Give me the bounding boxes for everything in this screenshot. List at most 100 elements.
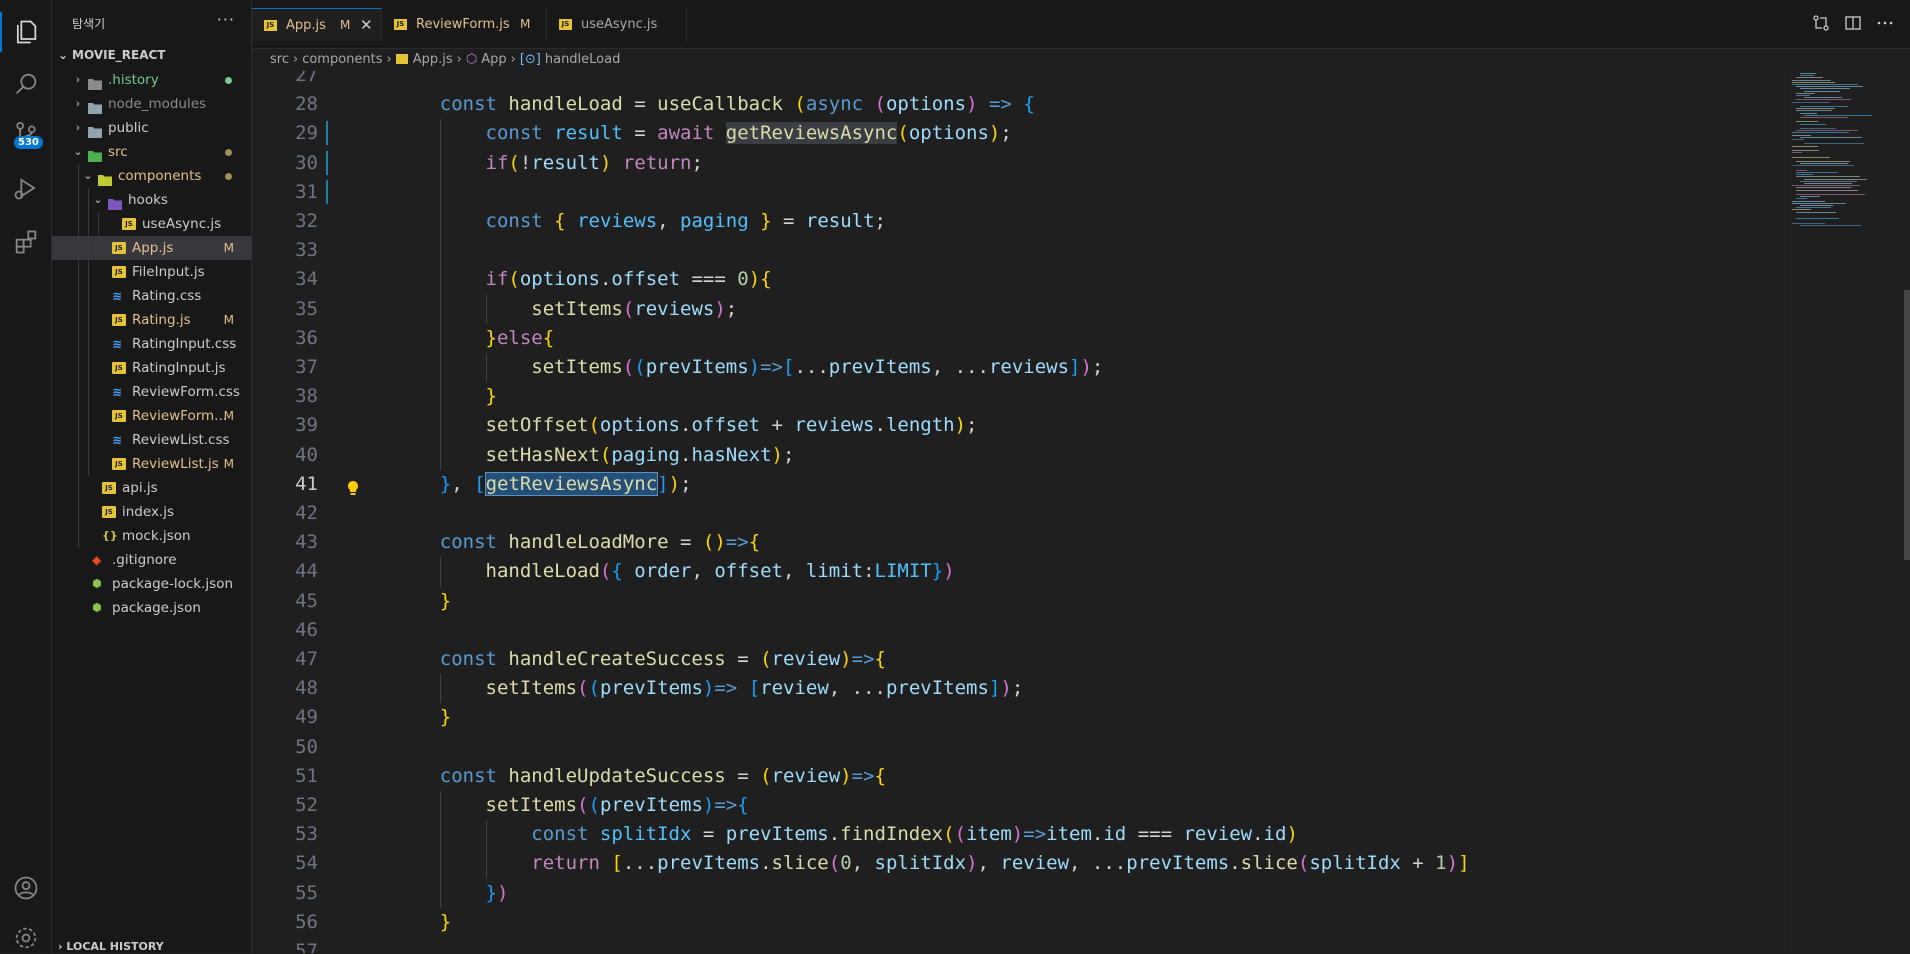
- tree-item[interactable]: {} mock.json: [52, 524, 252, 548]
- code-line[interactable]: 37 setItems((prevItems)=>[...prevItems, …: [252, 353, 1785, 382]
- code-token: prevItems: [1126, 852, 1230, 875]
- code-token: getReviewsAsync: [484, 471, 659, 496]
- code-line[interactable]: 44 handleLoad({ order, offset, limit:LIM…: [252, 557, 1785, 586]
- split-editor-icon[interactable]: [1844, 14, 1862, 32]
- code-line[interactable]: 38 }: [252, 382, 1785, 411]
- code-token: (: [588, 794, 600, 816]
- line-number: 36: [295, 326, 318, 349]
- tab-useasync-js[interactable]: JS useAsync.js: [547, 8, 687, 41]
- tree-item[interactable]: › public: [52, 116, 252, 140]
- more-actions-icon[interactable]: [1876, 14, 1894, 32]
- tree-item[interactable]: JS FileInput.js: [52, 260, 252, 284]
- close-icon[interactable]: ✕: [360, 9, 373, 42]
- code-line[interactable]: 27: [252, 71, 1785, 90]
- code-line[interactable]: 40 setHasNext(paging.hasNext);: [252, 441, 1785, 470]
- tree-item[interactable]: ≋ ReviewForm.css: [52, 380, 252, 404]
- code-line[interactable]: 49 }: [252, 703, 1785, 732]
- code-line[interactable]: 28 const handleLoad = useCallback (async…: [252, 90, 1785, 119]
- vertical-scrollbar[interactable]: [1904, 290, 1910, 560]
- code-line[interactable]: 53 const splitIdx = prevItems.findIndex(…: [252, 820, 1785, 849]
- code-line[interactable]: 42: [252, 499, 1785, 528]
- breadcrumb-file[interactable]: App.js: [413, 52, 453, 67]
- code-token: length: [885, 414, 955, 437]
- code-line[interactable]: 56 }: [252, 908, 1785, 937]
- indent-guide: [78, 236, 79, 260]
- code-line[interactable]: 47 const handleCreateSuccess = (review)=…: [252, 645, 1785, 674]
- code-token: result: [554, 122, 623, 145]
- code-token: ): [1011, 823, 1024, 846]
- tree-item[interactable]: ⬢ package-lock.json: [52, 572, 252, 596]
- more-actions-icon[interactable]: ···: [217, 10, 235, 29]
- tree-item[interactable]: ⬢ package.json: [52, 596, 252, 620]
- tree-item[interactable]: JS index.js: [52, 500, 252, 524]
- code-text: setOffset(options.offset + reviews.lengt…: [394, 411, 978, 440]
- file-tree: › .history › node_modules › public ⌄ src ⌄ compon…: [52, 68, 252, 620]
- tab-app-js[interactable]: JS App.js M ✕: [252, 8, 382, 41]
- breadcrumb-symbol-app[interactable]: App: [481, 52, 506, 67]
- tree-item[interactable]: ≋ ReviewList.css: [52, 428, 252, 452]
- minimap[interactable]: [1785, 71, 1910, 953]
- tree-item[interactable]: ◆ .gitignore: [52, 548, 252, 572]
- json-file-icon: {}: [102, 529, 118, 542]
- account-icon[interactable]: [10, 872, 42, 904]
- code-line[interactable]: 50: [252, 733, 1785, 762]
- tree-item[interactable]: ≋ Rating.css: [52, 284, 252, 308]
- code-token: const: [439, 93, 509, 116]
- code-text: }): [394, 879, 509, 908]
- local-history-header[interactable]: › LOCAL HISTORY: [58, 940, 164, 953]
- code-token: (: [897, 122, 909, 145]
- tree-item[interactable]: JS RatingInput.js: [52, 356, 252, 380]
- code-line[interactable]: 57: [252, 937, 1785, 953]
- tree-item[interactable]: JS Rating.js M: [52, 308, 252, 332]
- code-line[interactable]: 55 }): [252, 879, 1785, 908]
- code-line[interactable]: 51 const handleUpdateSuccess = (review)=…: [252, 762, 1785, 791]
- tree-item[interactable]: › .history: [52, 68, 252, 92]
- breadcrumb-components[interactable]: components: [302, 52, 382, 67]
- code-line[interactable]: 36 }else{: [252, 324, 1785, 353]
- tab-label: App.js: [286, 18, 326, 33]
- code-token: .: [680, 443, 692, 466]
- code-token: ===: [1126, 823, 1184, 846]
- code-token: +: [760, 414, 795, 437]
- tree-item[interactable]: JS useAsync.js: [52, 212, 252, 236]
- code-line[interactable]: 45 }: [252, 587, 1785, 616]
- code-line[interactable]: 43 const handleLoadMore = ()=>{: [252, 528, 1785, 557]
- code-line[interactable]: 52 setItems((prevItems)=>{: [252, 791, 1785, 820]
- code-line[interactable]: 34 if(options.offset === 0){: [252, 265, 1785, 294]
- search-icon[interactable]: [10, 68, 42, 100]
- tree-item[interactable]: JS App.js M: [52, 236, 252, 260]
- code-line[interactable]: 35 setItems(reviews);: [252, 295, 1785, 324]
- extensions-icon[interactable]: [10, 226, 42, 258]
- tree-item[interactable]: JS ReviewList.js M: [52, 452, 252, 476]
- code-line[interactable]: 33: [252, 236, 1785, 265]
- tree-item[interactable]: ⌄ src: [52, 140, 252, 164]
- code-line[interactable]: 32 const { reviews, paging } = result;: [252, 207, 1785, 236]
- code-token: +: [1400, 852, 1436, 875]
- tree-item[interactable]: ≋ RatingInput.css: [52, 332, 252, 356]
- code-line[interactable]: 30 if(!result) return;: [252, 149, 1785, 178]
- code-line[interactable]: 54 return [...prevItems.slice(0, splitId…: [252, 849, 1785, 878]
- project-header[interactable]: ⌄ MOVIE_REACT: [58, 48, 166, 62]
- code-line[interactable]: 48 setItems((prevItems)=> [review, ...pr…: [252, 674, 1785, 703]
- code-line[interactable]: 29 const result = await getReviewsAsync(…: [252, 119, 1785, 148]
- compare-changes-icon[interactable]: [1812, 14, 1830, 32]
- code-editor[interactable]: 27 28 const handleLoad = useCallback (asy…: [252, 71, 1785, 953]
- lightbulb-icon[interactable]: [347, 476, 359, 495]
- run-debug-icon[interactable]: [10, 172, 42, 204]
- tree-item[interactable]: JS api.js: [52, 476, 252, 500]
- code-line[interactable]: 41 }, [getReviewsAsync]);: [252, 470, 1785, 499]
- tab-reviewform-js[interactable]: JS ReviewForm.js M: [382, 8, 547, 41]
- minimap-line: [1800, 205, 1833, 206]
- code-line[interactable]: 31: [252, 178, 1785, 207]
- explorer-icon[interactable]: [10, 16, 42, 48]
- breadcrumb-symbol-handleload[interactable]: handleLoad: [545, 52, 621, 67]
- breadcrumb-src[interactable]: src: [270, 52, 289, 67]
- tree-item[interactable]: ⌄ components: [52, 164, 252, 188]
- code-line[interactable]: 46: [252, 616, 1785, 645]
- settings-gear-icon[interactable]: [10, 922, 42, 954]
- indent-guide: [78, 284, 79, 308]
- tree-item[interactable]: JS ReviewForm... M: [52, 404, 252, 428]
- tree-item[interactable]: › node_modules: [52, 92, 252, 116]
- tree-item[interactable]: ⌄ hooks: [52, 188, 252, 212]
- code-line[interactable]: 39 setOffset(options.offset + reviews.le…: [252, 411, 1785, 440]
